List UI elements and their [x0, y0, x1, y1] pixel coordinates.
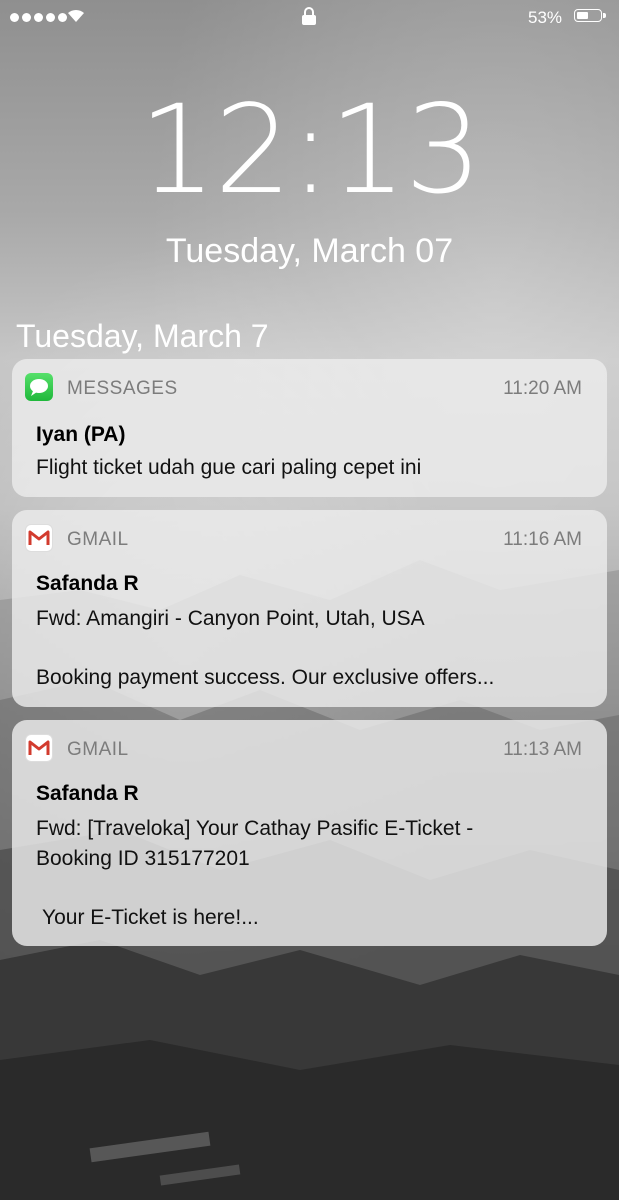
notification-body: Flight ticket udah gue cari paling cepet…: [36, 456, 422, 479]
gmail-icon: [25, 734, 53, 762]
lock-screen-clock: 12:13: [138, 79, 483, 221]
notification-time: 11:16 AM: [503, 529, 582, 550]
battery-icon: [574, 9, 606, 22]
notification-body: Your E-Ticket is here!...: [42, 906, 259, 929]
notification-gmail[interactable]: GMAIL 11:13 AM Safanda R Fwd: [Traveloka…: [12, 720, 607, 946]
notification-subject: Fwd: [Traveloka] Your Cathay Pasific E-T…: [36, 817, 474, 870]
notification-time: 11:20 AM: [503, 378, 582, 399]
notification-section-header: Tuesday, March 7: [16, 318, 269, 354]
app-name: MESSAGES: [67, 378, 178, 399]
lock-icon: [302, 7, 316, 25]
notification-title: Safanda R: [36, 572, 139, 595]
notification-subject: Fwd: Amangiri - Canyon Point, Utah, USA: [36, 607, 425, 630]
notification-messages[interactable]: MESSAGES 11:20 AM Iyan (PA) Flight ticke…: [12, 359, 607, 497]
notification-body: Booking payment success. Our exclusive o…: [36, 666, 495, 689]
lock-screen-date: Tuesday, March 07: [165, 232, 454, 270]
notification-title: Safanda R: [36, 782, 139, 805]
gmail-icon: [25, 524, 53, 552]
notification-title: Iyan (PA): [36, 423, 126, 446]
messages-icon: [25, 373, 53, 401]
status-bar: 53%: [0, 0, 619, 36]
battery-percentage: 53%: [528, 8, 563, 27]
notification-gmail[interactable]: GMAIL 11:16 AM Safanda R Fwd: Amangiri -…: [12, 510, 607, 707]
notification-time: 11:13 AM: [503, 739, 582, 760]
app-name: GMAIL: [67, 739, 129, 760]
signal-strength-icon: [10, 13, 67, 22]
wifi-icon: [68, 9, 84, 22]
app-name: GMAIL: [67, 529, 129, 550]
